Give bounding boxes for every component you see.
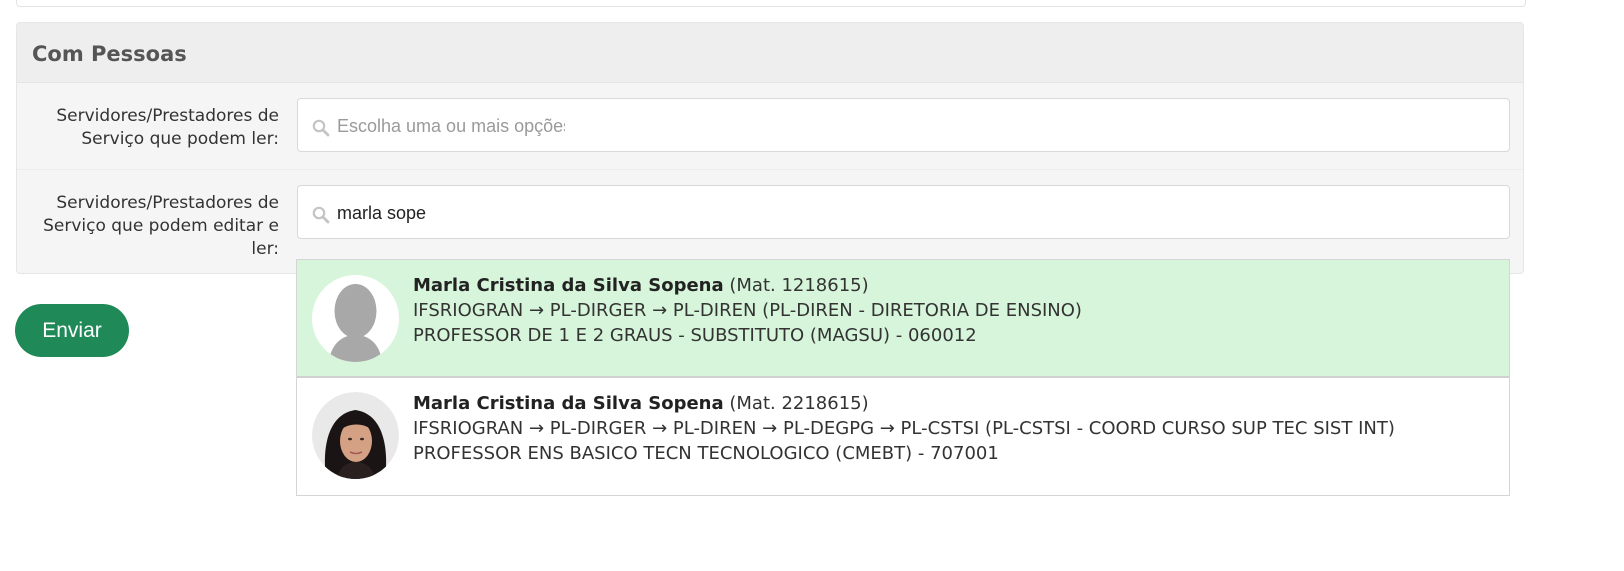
result-details: Marla Cristina da Silva Sopena (Mat. 221… (413, 391, 1395, 466)
editors-typed-text[interactable]: marla sope (337, 202, 426, 224)
readers-row: Servidores/Prestadores de Serviço que po… (17, 83, 1523, 170)
readers-placeholder: Escolha uma ou mais opções (337, 116, 565, 136)
result-position: PROFESSOR DE 1 E 2 GRAUS - SUBSTITUTO (M… (413, 325, 977, 346)
previous-section-card (16, 0, 1526, 7)
people-panel: Com Pessoas Servidores/Prestadores de Se… (16, 22, 1524, 274)
result-registration: (Mat. 2218615) (729, 393, 869, 414)
default-avatar-icon (312, 275, 399, 362)
user-photo-avatar (312, 392, 399, 479)
result-details: Marla Cristina da Silva Sopena (Mat. 121… (413, 273, 1082, 348)
search-icon (312, 206, 330, 224)
result-registration: (Mat. 1218615) (729, 275, 869, 296)
result-name: Marla Cristina da Silva Sopena (413, 275, 724, 296)
readers-label: Servidores/Prestadores de Serviço que po… (56, 106, 279, 149)
result-option[interactable]: Marla Cristina da Silva Sopena (Mat. 221… (297, 378, 1509, 496)
readers-search-input[interactable]: Escolha uma ou mais opções (297, 98, 1510, 152)
submit-button[interactable]: Enviar (15, 304, 129, 357)
editors-search-input[interactable]: marla sope (297, 185, 1510, 239)
panel-title: Com Pessoas (32, 42, 187, 66)
result-name: Marla Cristina da Silva Sopena (413, 393, 724, 414)
panel-header: Com Pessoas (17, 23, 1523, 83)
search-icon (312, 119, 330, 137)
result-position: PROFESSOR ENS BASICO TECN TECNOLOGICO (C… (413, 443, 999, 464)
result-unit-path: IFSRIOGRAN → PL-DIRGER → PL-DIREN → PL-D… (413, 418, 1395, 439)
result-unit-path: IFSRIOGRAN → PL-DIRGER → PL-DIREN (PL-DI… (413, 300, 1082, 321)
autocomplete-results: Marla Cristina da Silva Sopena (Mat. 121… (296, 259, 1510, 496)
result-option[interactable]: Marla Cristina da Silva Sopena (Mat. 121… (297, 260, 1509, 378)
editors-label: Servidores/Prestadores de Serviço que po… (43, 193, 279, 259)
